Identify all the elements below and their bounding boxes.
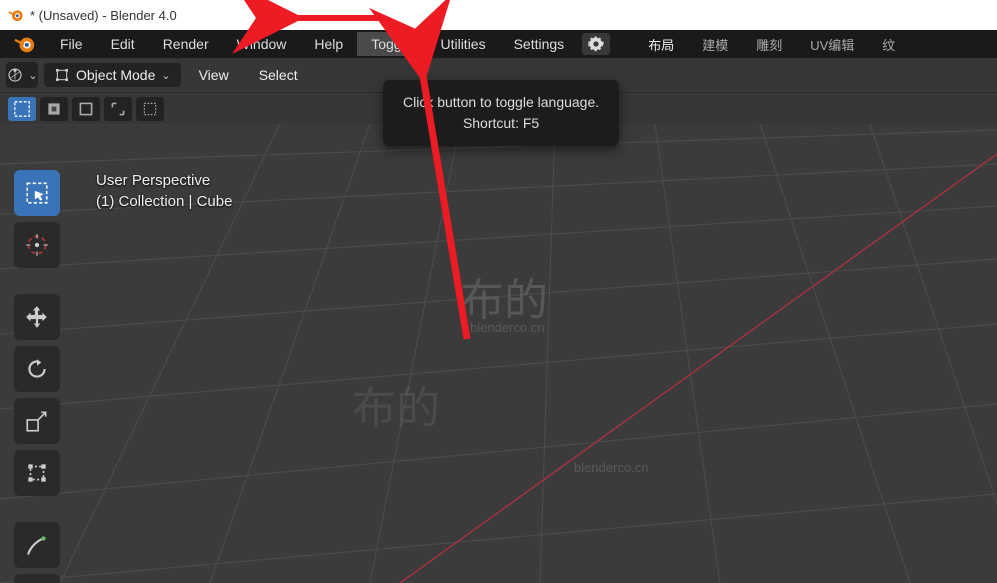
pencil-icon: [24, 532, 50, 558]
transform-icon: [24, 460, 50, 486]
menu-utilities[interactable]: Utilities: [426, 32, 499, 56]
3d-viewport[interactable]: blenderco.cn 布的 blenderco.cn 布的 blenderc…: [0, 124, 997, 583]
expand-icon: [110, 101, 126, 117]
menu-toggle[interactable]: Toggle: [357, 32, 426, 56]
settings-gear-button[interactable]: [582, 33, 610, 55]
view-perspective-label: User Perspective: [96, 172, 232, 189]
menu-settings[interactable]: Settings: [500, 32, 579, 56]
gear-icon: [588, 36, 604, 52]
blender-logo-icon: [8, 7, 24, 23]
workspace-tab-sculpt[interactable]: 雕刻: [742, 31, 796, 58]
viewport-info: User Perspective (1) Collection | Cube: [96, 172, 232, 210]
workspace-tab-layout[interactable]: 布局: [634, 31, 688, 58]
left-toolbar: [14, 170, 62, 583]
select-box-icon: [24, 180, 50, 206]
tool-rotate[interactable]: [14, 346, 60, 392]
chevron-down-icon: ⌄: [28, 69, 37, 82]
dashed-square-icon: [142, 101, 158, 117]
workspace-tab-texture[interactable]: 纹: [868, 31, 909, 58]
header-view[interactable]: View: [187, 63, 241, 87]
select-mode-5[interactable]: [136, 97, 164, 121]
menu-render[interactable]: Render: [149, 32, 223, 56]
tool-transform[interactable]: [14, 450, 60, 496]
tool-annotate[interactable]: [14, 522, 60, 568]
select-mode-box[interactable]: [8, 97, 36, 121]
window-title: * (Unsaved) - Blender 4.0: [30, 8, 177, 23]
editor-type-button[interactable]: ⌄: [6, 62, 38, 88]
window-titlebar: * (Unsaved) - Blender 4.0: [0, 0, 997, 30]
select-mode-2[interactable]: [40, 97, 68, 121]
cursor-3d-icon: [24, 232, 50, 258]
tooltip: Click button to toggle language. Shortcu…: [383, 80, 619, 146]
square-small-icon: [46, 101, 62, 117]
blender-menu-logo-icon[interactable]: [14, 33, 36, 55]
select-mode-3[interactable]: [72, 97, 100, 121]
rotate-icon: [24, 356, 50, 382]
tooltip-line2: Shortcut: F5: [403, 113, 599, 134]
menu-help[interactable]: Help: [300, 32, 357, 56]
header-select[interactable]: Select: [247, 63, 310, 87]
view-collection-label: (1) Collection | Cube: [96, 193, 232, 210]
move-icon: [24, 304, 50, 330]
viewport-icon: [6, 66, 24, 84]
chevron-down-icon: ⌄: [161, 69, 170, 82]
tool-select-box[interactable]: [14, 170, 60, 216]
tool-move[interactable]: [14, 294, 60, 340]
object-mode-icon: [54, 67, 70, 83]
tool-scale[interactable]: [14, 398, 60, 444]
workspace-tab-uvedit[interactable]: UV编辑: [796, 31, 868, 58]
mode-dropdown[interactable]: Object Mode ⌄: [44, 63, 181, 87]
top-menubar: File Edit Render Window Help Toggle Util…: [0, 30, 997, 58]
workspace-tabs: 布局 建模 雕刻 UV编辑 纹: [634, 30, 909, 58]
workspace-tab-modeling[interactable]: 建模: [688, 31, 742, 58]
tool-measure[interactable]: [14, 574, 60, 583]
mode-label: Object Mode: [76, 67, 155, 83]
select-mode-4[interactable]: [104, 97, 132, 121]
tooltip-line1: Click button to toggle language.: [403, 92, 599, 113]
menu-file[interactable]: File: [46, 32, 97, 56]
square-outline-icon: [78, 101, 94, 117]
tool-cursor[interactable]: [14, 222, 60, 268]
menu-window[interactable]: Window: [223, 32, 301, 56]
scale-icon: [24, 408, 50, 434]
dashed-box-icon: [13, 100, 31, 118]
menu-edit[interactable]: Edit: [97, 32, 149, 56]
